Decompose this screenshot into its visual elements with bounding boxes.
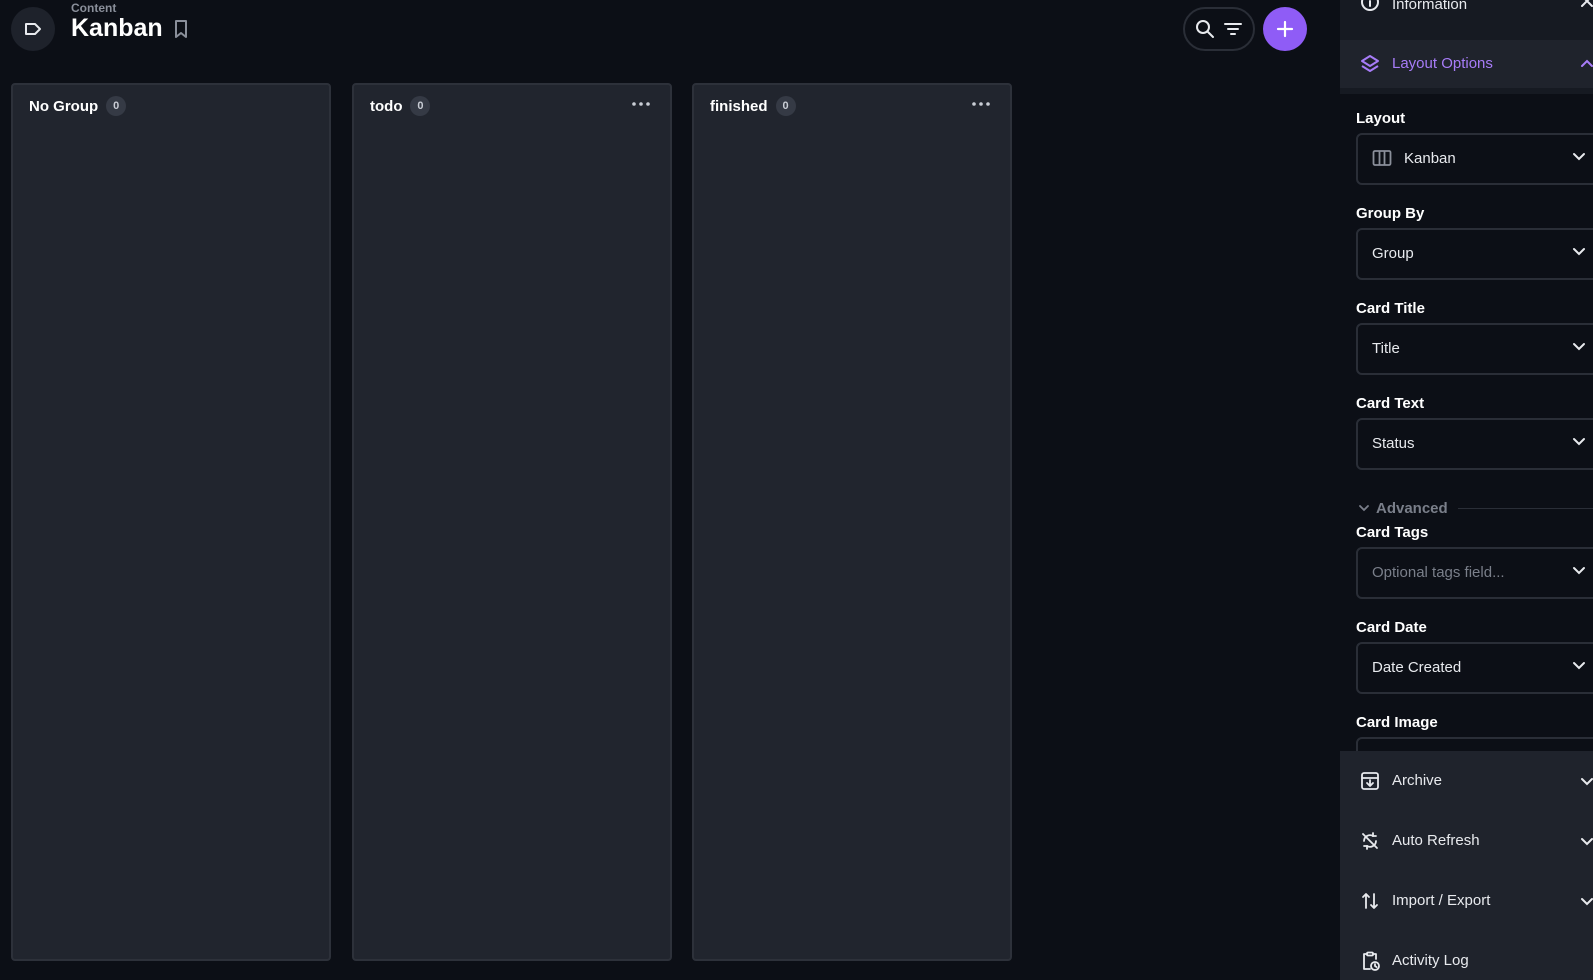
chevron-down-icon xyxy=(1580,777,1593,786)
sidebar: Information Layout Options Layout Kanban xyxy=(1340,0,1593,980)
advanced-toggle[interactable]: Advanced xyxy=(1358,498,1593,518)
sidebar-collapsed-sections: Archive Auto Refresh Import / Export Act… xyxy=(1340,751,1593,980)
chevron-down-icon xyxy=(1572,437,1586,446)
breadcrumb[interactable]: Content xyxy=(71,1,116,15)
card-date-field-label: Card Date xyxy=(1356,619,1427,636)
layers-icon xyxy=(1360,54,1380,74)
sidebar-section-layout-options[interactable]: Layout Options xyxy=(1340,40,1593,88)
page-title: Kanban xyxy=(71,14,163,42)
layout-select[interactable]: Kanban xyxy=(1356,133,1593,185)
chevron-down-icon xyxy=(1572,566,1586,575)
sidebar-section-label: Import / Export xyxy=(1392,892,1491,909)
card-tags-field-label: Card Tags xyxy=(1356,524,1429,541)
more-horizontal-icon[interactable] xyxy=(632,101,650,107)
chevron-down-icon xyxy=(1572,661,1586,670)
sidebar-section-label: Activity Log xyxy=(1392,952,1469,969)
column-count-badge: 0 xyxy=(106,96,127,116)
chevron-down-icon xyxy=(1580,897,1593,906)
card-text-field-label: Card Text xyxy=(1356,395,1425,412)
advanced-label: Advanced xyxy=(1376,499,1448,517)
kanban-column-no-group: No Group 0 xyxy=(11,83,331,961)
chevron-down-icon xyxy=(1572,342,1586,351)
archive-icon xyxy=(1360,771,1380,791)
sidebar-section-label: Auto Refresh xyxy=(1392,832,1480,849)
plus-icon xyxy=(1275,19,1295,39)
sidebar-section-archive[interactable]: Archive xyxy=(1340,751,1593,811)
card-image-select[interactable] xyxy=(1356,737,1593,751)
sidebar-section-label: Layout Options xyxy=(1392,55,1493,72)
filter-icon[interactable] xyxy=(1223,19,1243,39)
card-title-field-label: Card Title xyxy=(1356,300,1425,317)
divider xyxy=(1457,507,1593,509)
sidebar-section-information[interactable]: Information xyxy=(1340,0,1593,13)
activity-log-icon xyxy=(1360,951,1380,971)
card-image-field-label: Card Image xyxy=(1356,714,1438,731)
column-count-badge: 0 xyxy=(410,96,431,116)
sidebar-section-auto-refresh[interactable]: Auto Refresh xyxy=(1340,811,1593,871)
chevron-down-icon xyxy=(1572,247,1586,256)
card-text-select[interactable]: Status xyxy=(1356,418,1593,470)
layout-options-body: Layout Kanban Group By Group Card Title … xyxy=(1340,94,1593,751)
column-title: todo xyxy=(370,97,403,115)
close-icon[interactable] xyxy=(1580,0,1593,8)
more-horizontal-icon[interactable] xyxy=(972,101,990,107)
import-export-icon xyxy=(1360,891,1380,911)
sidebar-section-import-export[interactable]: Import / Export xyxy=(1340,871,1593,931)
card-tags-placeholder: Optional tags field... xyxy=(1372,564,1505,581)
group-by-select[interactable]: Group xyxy=(1356,228,1593,280)
card-title-select-value: Title xyxy=(1372,340,1400,357)
column-title: No Group xyxy=(29,97,99,115)
sync-disabled-icon xyxy=(1360,831,1380,851)
card-text-select-value: Status xyxy=(1372,435,1415,452)
chevron-down-icon xyxy=(1580,837,1593,846)
add-item-button[interactable] xyxy=(1263,7,1307,51)
search-filter-group xyxy=(1183,7,1255,51)
bookmark-icon[interactable] xyxy=(172,19,190,39)
layout-field-label: Layout xyxy=(1356,110,1406,127)
column-title: finished xyxy=(710,97,768,115)
nav-toggle-button[interactable] xyxy=(11,7,55,51)
chevron-down-icon xyxy=(1358,504,1370,512)
sidebar-section-label: Information xyxy=(1392,0,1468,13)
sidebar-section-label: Archive xyxy=(1392,772,1443,789)
layout-select-value: Kanban xyxy=(1404,150,1456,167)
kanban-column-todo: todo 0 xyxy=(352,83,672,961)
search-icon[interactable] xyxy=(1195,19,1215,39)
columns-icon xyxy=(1372,149,1392,167)
card-tags-select[interactable]: Optional tags field... xyxy=(1356,547,1593,599)
chevron-up-icon xyxy=(1580,59,1593,68)
column-count-badge: 0 xyxy=(775,96,796,116)
card-title-select[interactable]: Title xyxy=(1356,323,1593,375)
chevron-down-icon xyxy=(1572,152,1586,161)
group-by-select-value: Group xyxy=(1372,245,1414,262)
card-date-select[interactable]: Date Created xyxy=(1356,642,1593,694)
card-date-select-value: Date Created xyxy=(1372,659,1462,676)
info-icon xyxy=(1360,0,1380,12)
label-tag-icon xyxy=(23,19,43,39)
kanban-column-finished: finished 0 xyxy=(692,83,1012,961)
sidebar-section-activity-log[interactable]: Activity Log xyxy=(1340,931,1593,980)
group-by-field-label: Group By xyxy=(1356,205,1425,222)
